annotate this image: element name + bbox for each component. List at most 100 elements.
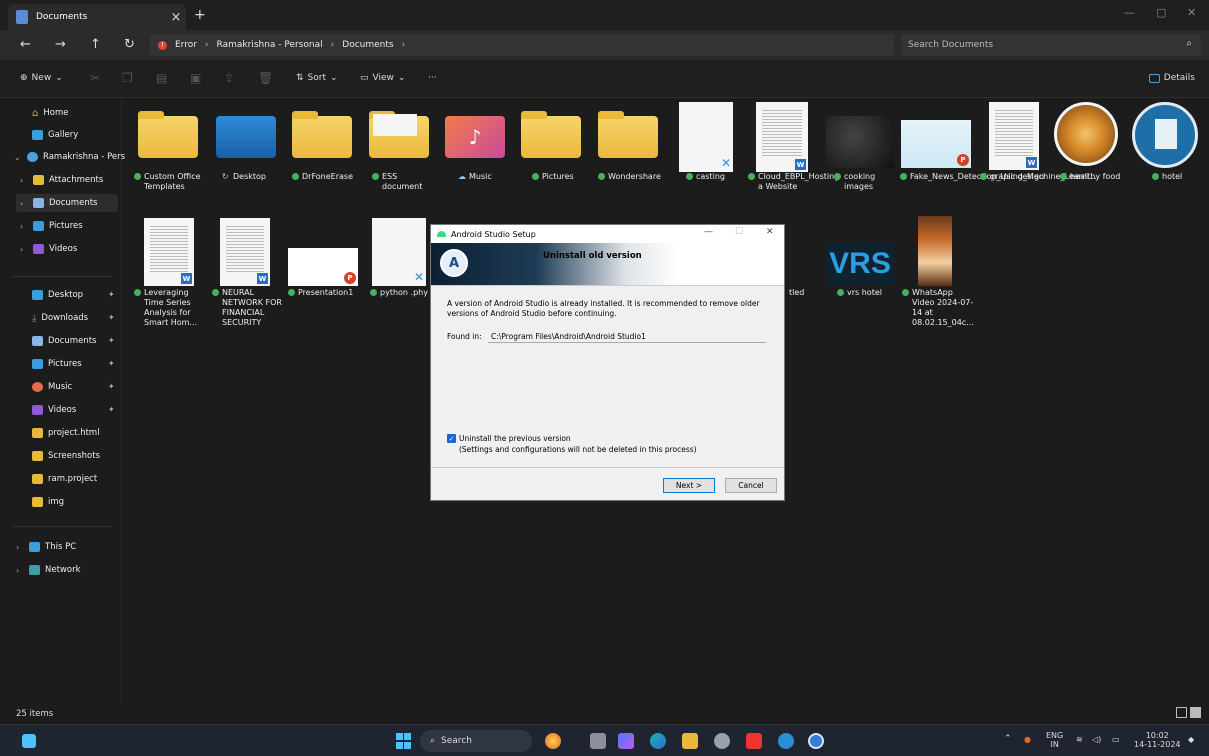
file-item-neural-network[interactable]: NEURAL NETWORK FOR FINANCIAL SECURITY xyxy=(212,288,282,328)
search-input[interactable]: Search Documents ⌕ xyxy=(901,34,1201,56)
volume-icon[interactable]: ◁) xyxy=(1092,735,1101,744)
folder-thumbnail[interactable] xyxy=(521,111,581,158)
document-thumbnail[interactable]: W xyxy=(756,102,808,172)
file-item-casting[interactable]: casting xyxy=(686,172,746,182)
sidebar-item-home[interactable]: ⌂ Home xyxy=(32,104,68,122)
file-item-grapic-design[interactable]: grapic design xyxy=(980,172,1048,182)
chevron-up-icon[interactable]: ⌃ xyxy=(1004,735,1012,744)
wifi-icon[interactable]: ≋ xyxy=(1076,735,1083,744)
sidebar-item-ramakrishna[interactable]: ⌄ Ramakrishna - Pers xyxy=(14,148,125,166)
tiles-view-icon[interactable] xyxy=(1190,707,1201,718)
sidebar-pinned-pictures[interactable]: Pictures xyxy=(32,355,82,373)
sort-button[interactable]: ⇅ Sort ⌄ xyxy=(296,73,338,83)
document-thumbnail[interactable]: ✕ xyxy=(679,102,733,172)
chevron-right-icon[interactable]: › xyxy=(20,245,28,254)
up-button[interactable]: ↑ xyxy=(90,37,101,52)
pin-icon[interactable]: ✦ xyxy=(108,382,115,391)
next-button[interactable]: Next > xyxy=(663,478,715,493)
widgets-icon[interactable] xyxy=(22,734,36,748)
hotel-image-thumbnail[interactable] xyxy=(1132,102,1198,168)
sidebar-folder-img[interactable]: img xyxy=(32,493,64,511)
file-item-leveraging[interactable]: Leveraging Time Series Analysis for Smar… xyxy=(134,288,206,328)
breadcrumb-documents[interactable]: Documents xyxy=(342,40,393,50)
start-button[interactable] xyxy=(396,733,412,749)
dialog-minimize-button[interactable]: — xyxy=(704,227,713,237)
pin-icon[interactable]: ✦ xyxy=(108,359,115,368)
file-item-whatsapp-video[interactable]: WhatsApp Video 2024-07-14 at 08.02.15_04… xyxy=(902,288,974,328)
file-item-desktop[interactable]: ↻ Desktop xyxy=(222,172,292,182)
video-thumbnail[interactable] xyxy=(918,216,952,286)
file-item-cooking-images[interactable]: cooking images xyxy=(834,172,894,192)
sidebar-item-gallery[interactable]: Gallery xyxy=(32,126,78,144)
document-thumbnail[interactable]: ✕ xyxy=(372,218,426,286)
sidebar-folder-screenshots[interactable]: Screenshots xyxy=(32,447,100,465)
music-folder-thumbnail[interactable]: ♪ xyxy=(445,116,505,158)
youtube-icon[interactable] xyxy=(746,733,762,749)
battery-icon[interactable]: ▭ xyxy=(1112,735,1120,744)
file-item-pictures[interactable]: Pictures xyxy=(532,172,592,182)
sidebar-item-this-pc[interactable]: › This PC xyxy=(16,538,76,556)
task-view-icon[interactable] xyxy=(590,733,606,749)
pin-icon[interactable]: ✦ xyxy=(108,313,115,322)
folder-thumbnail[interactable] xyxy=(292,111,352,158)
copilot-icon[interactable] xyxy=(545,733,561,749)
chevron-right-icon[interactable]: › xyxy=(16,566,24,575)
food-image-thumbnail[interactable] xyxy=(1054,102,1118,166)
presentation-thumbnail[interactable]: P xyxy=(288,248,358,286)
file-item-hotel[interactable]: hotel xyxy=(1152,172,1202,182)
image-thumbnail[interactable] xyxy=(826,116,894,168)
sidebar-item-pictures[interactable]: › Pictures xyxy=(20,217,83,235)
refresh-button[interactable]: ↻ xyxy=(124,37,135,52)
taskbar-search[interactable]: ⌕ Search xyxy=(420,730,532,752)
chevron-right-icon[interactable]: › xyxy=(20,176,28,185)
document-thumbnail[interactable]: W xyxy=(989,102,1039,170)
uninstall-checkbox-row[interactable]: ✓ Uninstall the previous version xyxy=(447,434,571,443)
chevron-right-icon[interactable]: › xyxy=(16,543,24,552)
file-item-wondershare[interactable]: Wondershare xyxy=(598,172,668,182)
sidebar-pinned-desktop[interactable]: Desktop xyxy=(32,286,83,304)
checkbox-checked-icon[interactable]: ✓ xyxy=(447,434,456,443)
language-indicator[interactable]: ENG IN xyxy=(1046,731,1063,749)
file-item-fake-news[interactable]: Fake_News_Detection_Using_Machine_Learni… xyxy=(900,172,1097,182)
file-item-music[interactable]: ☁ Music xyxy=(458,172,518,182)
file-item-ess-document[interactable]: ESS document xyxy=(372,172,432,192)
file-explorer-icon[interactable] xyxy=(682,733,698,749)
document-thumbnail[interactable]: W xyxy=(144,218,194,286)
sidebar-folder-project-html[interactable]: project.html xyxy=(32,424,100,442)
tab-close-icon[interactable]: × xyxy=(166,10,186,25)
sidebar-pinned-downloads[interactable]: ⤓ Downloads xyxy=(32,309,88,327)
search-icon[interactable]: ⌕ xyxy=(1186,38,1192,49)
presentation-thumbnail[interactable]: P xyxy=(901,120,971,168)
vrs-logo-thumbnail[interactable]: VRS xyxy=(826,243,894,285)
chevron-right-icon[interactable]: › xyxy=(402,40,406,50)
cancel-button[interactable]: Cancel xyxy=(725,478,777,493)
sidebar-pinned-videos[interactable]: Videos xyxy=(32,401,76,419)
breadcrumb-ramakrishna[interactable]: Ramakrishna - Personal xyxy=(217,40,323,50)
edge-icon[interactable] xyxy=(650,733,666,749)
details-button[interactable]: Details xyxy=(1148,73,1195,83)
folder-thumbnail[interactable] xyxy=(369,111,429,158)
copilot-app-icon[interactable] xyxy=(618,733,634,749)
breadcrumb-error[interactable]: Error xyxy=(175,40,197,50)
view-button[interactable]: ▭ View ⌄ xyxy=(360,73,405,83)
back-button[interactable]: ← xyxy=(20,37,31,52)
sidebar-folder-ram-project[interactable]: ram.project xyxy=(32,470,97,488)
maximize-button[interactable]: ▢ xyxy=(1156,6,1166,19)
notification-icon[interactable]: ◆ xyxy=(1188,735,1194,744)
file-item-cloud-ebpl[interactable]: Cloud_EBPL_Hosting a Website xyxy=(748,172,839,192)
file-item-python[interactable]: python .phy xyxy=(370,288,432,298)
file-item-partial[interactable]: tled xyxy=(789,288,819,298)
details-view-icon[interactable] xyxy=(1176,707,1187,718)
new-tab-button[interactable]: + xyxy=(194,7,206,23)
chevron-right-icon[interactable]: › xyxy=(20,199,28,208)
file-item-custom-office-templates[interactable]: Custom Office Templates xyxy=(134,172,210,192)
vscode-app-icon[interactable] xyxy=(778,733,794,749)
sidebar-item-attachments[interactable]: › Attachments xyxy=(20,171,103,189)
more-options-button[interactable]: ··· xyxy=(428,73,437,83)
sidebar-item-videos[interactable]: › Videos xyxy=(20,240,77,258)
sidebar-pinned-music[interactable]: Music xyxy=(32,378,72,396)
minimize-button[interactable]: — xyxy=(1124,6,1135,19)
desktop-folder-thumbnail[interactable] xyxy=(216,116,276,158)
android-studio-taskbar-icon[interactable] xyxy=(808,733,824,749)
folder-thumbnail[interactable] xyxy=(598,111,658,158)
